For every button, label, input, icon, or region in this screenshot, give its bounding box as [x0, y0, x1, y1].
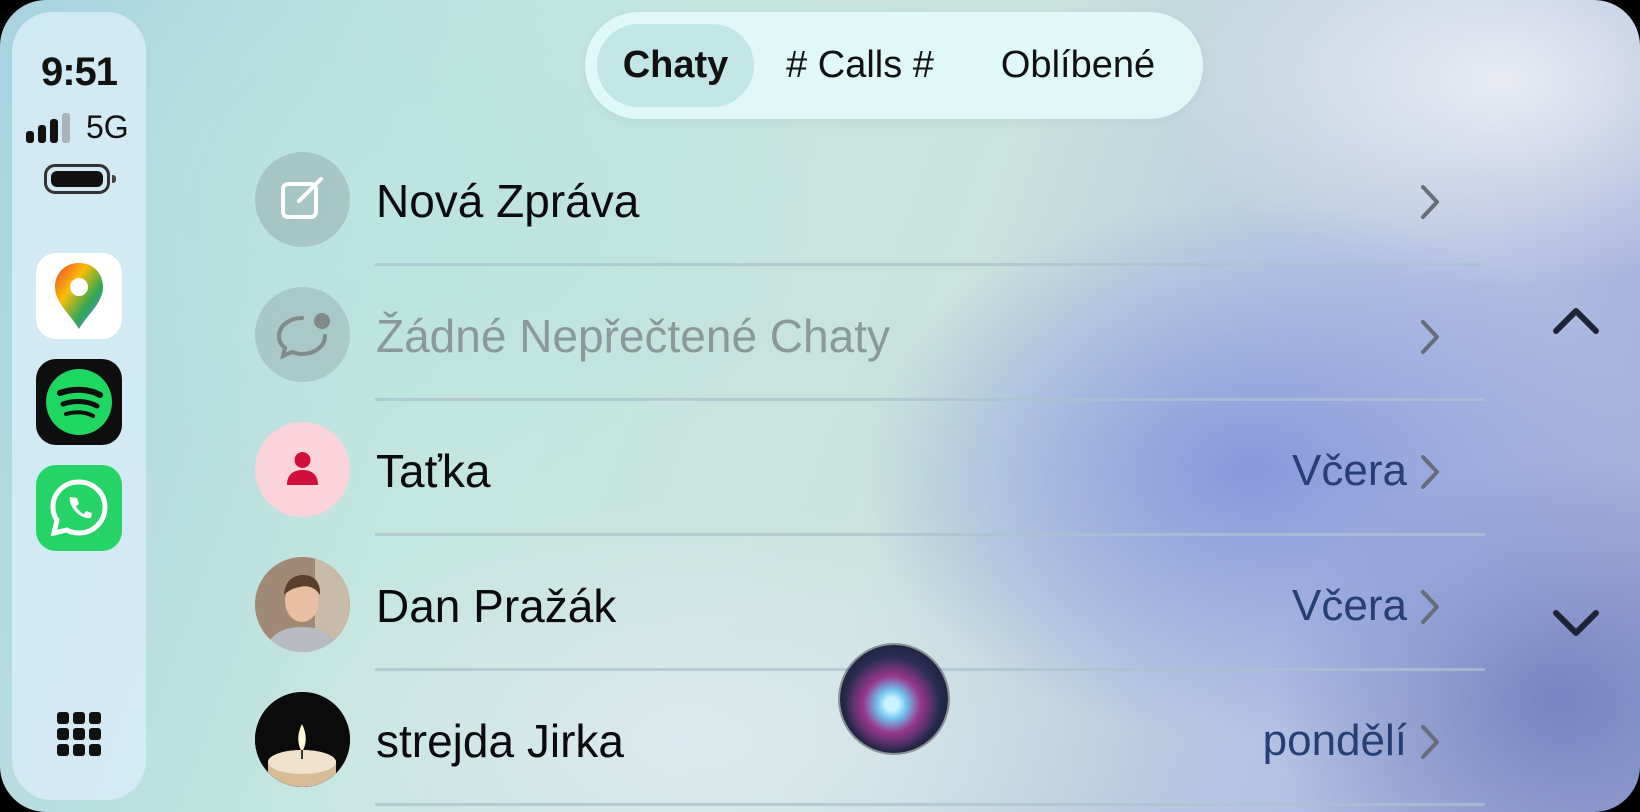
signal-bar-4 — [62, 113, 70, 143]
map-pin-icon — [55, 263, 103, 329]
battery-level — [51, 171, 103, 187]
list-item-new-message[interactable]: Nová Zpráva — [255, 131, 1485, 265]
list-item-chat[interactable]: Taťka Včera — [255, 401, 1485, 535]
scroll-down-icon[interactable] — [1548, 604, 1604, 644]
row-date: Včera — [1292, 446, 1407, 495]
chevron-right-icon — [1421, 185, 1439, 219]
google-maps-app-icon[interactable] — [36, 253, 122, 339]
person-icon — [255, 422, 350, 517]
siri-icon[interactable] — [840, 645, 948, 753]
tab-calls[interactable]: # Calls # — [765, 24, 955, 107]
status-time: 9:51 — [40, 50, 118, 94]
chevron-right-icon — [1421, 455, 1439, 489]
whatsapp-app-icon[interactable] — [36, 465, 122, 551]
row-title: Žádné Nepřečtené Chaty — [376, 310, 890, 362]
chevron-right-icon — [1421, 590, 1439, 624]
tab-oblibene[interactable]: Oblíbené — [970, 24, 1186, 107]
network-type: 5G — [86, 109, 129, 145]
signal-bar-3 — [50, 119, 58, 143]
row-title: Dan Pražák — [376, 580, 617, 632]
spotify-logo-icon — [46, 369, 112, 435]
signal-bar-1 — [26, 131, 34, 143]
carplay-dock: 9:51 5G — [12, 12, 146, 800]
row-date: pondělí — [1262, 716, 1407, 765]
chevron-right-icon — [1421, 725, 1439, 759]
battery-icon — [44, 164, 116, 194]
contact-photo — [255, 557, 350, 652]
candle-photo — [255, 692, 350, 787]
tab-chaty[interactable]: Chaty — [597, 24, 754, 107]
spotify-app-icon[interactable] — [36, 359, 122, 445]
chevron-right-icon — [1421, 320, 1439, 354]
signal-bar-2 — [38, 125, 46, 143]
compose-icon — [255, 152, 350, 247]
list-divider — [375, 803, 1485, 806]
app-grid-icon[interactable] — [57, 712, 101, 756]
cellular-signal: 5G — [26, 109, 146, 145]
row-title: Nová Zpráva — [376, 175, 640, 227]
row-date: Včera — [1292, 581, 1407, 630]
row-title: strejda Jirka — [376, 715, 624, 767]
list-item-no-unread: Žádné Nepřečtené Chaty — [255, 266, 1485, 400]
scroll-up-icon[interactable] — [1548, 300, 1604, 340]
unread-chat-icon — [255, 287, 350, 382]
whatsapp-logo-icon — [50, 479, 108, 537]
tab-bar: Chaty # Calls # Oblíbené — [585, 12, 1203, 119]
carplay-screen: 9:51 5G Chaty # Calls # Oblíbené Nová Zp… — [0, 0, 1640, 812]
battery-nub — [112, 175, 116, 183]
row-title: Taťka — [376, 445, 491, 497]
